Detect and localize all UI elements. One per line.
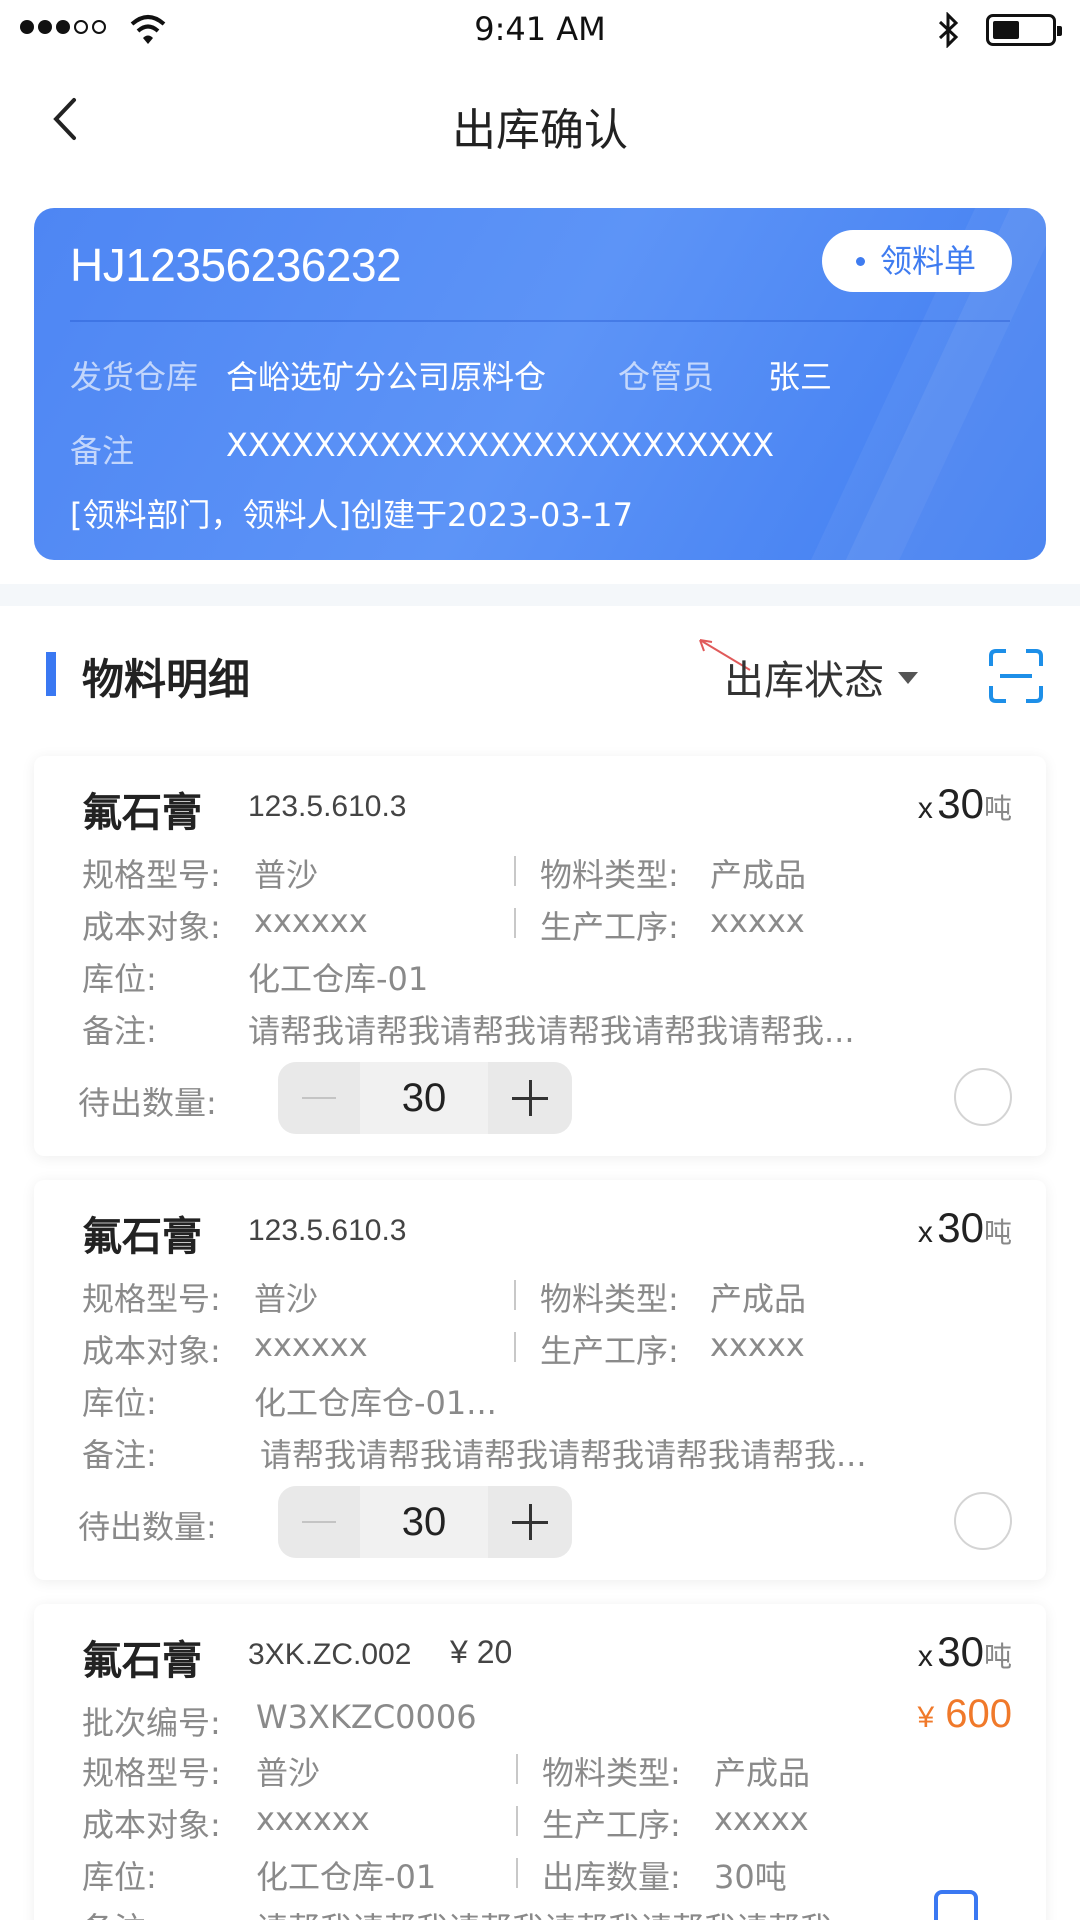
material-quantity: x 30吨 (917, 780, 1012, 827)
location-value: 化工仓库-01 (256, 1858, 437, 1896)
order-header-card: HJ12356236232 领料单 发货仓库 合峪选矿分公司原料仓 仓管员 张三… (34, 208, 1046, 560)
scan-icon[interactable] (988, 648, 1044, 704)
item-remark-label: 备注: (82, 1012, 157, 1050)
item-remark-value: 请帮我请帮我请帮我请帮我请帮我请帮我... (256, 1904, 863, 1920)
spec-value: 普沙 (254, 856, 319, 894)
type-value: 产成品 (714, 1754, 811, 1792)
cost-label: 成本对象: (82, 1806, 221, 1844)
spec-label: 规格型号: (82, 856, 221, 894)
pending-qty-label: 待出数量: (78, 1508, 217, 1546)
field-separator (514, 908, 516, 938)
batch-value: W3XKZC0006 (256, 1698, 477, 1736)
field-separator (514, 856, 516, 886)
material-card: 氟石膏 123.5.610.3 x 30吨 规格型号: 普沙 物料类型: 产成品… (34, 1180, 1046, 1580)
remark-label: 备注 (70, 432, 135, 470)
unit-price: ¥ 20 (450, 1634, 513, 1670)
status-time: 9:41 AM (474, 10, 606, 48)
material-name: 氟石膏 (82, 790, 202, 836)
page-title: 出库确认 (452, 105, 628, 156)
material-quantity: x 30吨 (917, 1204, 1012, 1251)
item-remark-value: 请帮我请帮我请帮我请帮我请帮我请帮我... (248, 1012, 855, 1050)
type-label: 物料类型: (540, 856, 679, 894)
created-info: [领料部门，领料人]创建于2023-03-17 (70, 496, 633, 534)
section-divider (0, 584, 1080, 606)
cost-value: xxxxxx (254, 1326, 368, 1364)
cost-value: xxxxxx (254, 902, 368, 940)
item-remark-label: 备注: (82, 1904, 157, 1920)
material-card: 氟石膏 123.5.610.3 x 30吨 规格型号: 普沙 物料类型: 产成品… (34, 756, 1046, 1156)
battery-icon (986, 14, 1062, 46)
spec-label: 规格型号: (82, 1280, 221, 1318)
material-card: 氟石膏 3XK.ZC.002 ¥ 20 x 30吨 批次编号: W3XKZC00… (34, 1604, 1046, 1920)
field-separator (516, 1754, 518, 1784)
pending-qty-label: 待出数量: (78, 1084, 217, 1122)
quantity-stepper: 30 (278, 1062, 572, 1134)
keeper-value: 张三 (768, 358, 833, 396)
type-value: 产成品 (710, 856, 807, 894)
warehouse-label: 发货仓库 (70, 358, 199, 396)
type-value: 产成品 (710, 1280, 807, 1318)
process-value: xxxxx (714, 1800, 809, 1838)
field-separator (516, 1858, 518, 1888)
spec-value: 普沙 (254, 1280, 319, 1318)
material-quantity: x 30吨 (917, 1628, 1012, 1675)
location-value: 化工仓库-01 (248, 960, 429, 998)
spec-label: 规格型号: (82, 1754, 221, 1792)
header-divider (70, 320, 1010, 322)
warehouse-value: 合峪选矿分公司原料仓 (226, 358, 547, 396)
quantity-input[interactable]: 30 (360, 1486, 488, 1558)
material-name: 氟石膏 (82, 1214, 202, 1260)
type-label: 物料类型: (540, 1280, 679, 1318)
bluetooth-icon (938, 12, 959, 48)
out-qty-label: 出库数量: (542, 1858, 681, 1896)
material-code: 123.5.610.3 (248, 790, 407, 823)
out-qty-value: 30吨 (714, 1858, 787, 1896)
field-separator (514, 1280, 516, 1310)
keeper-label: 仓管员 (618, 358, 715, 396)
cost-label: 成本对象: (82, 908, 221, 946)
process-value: xxxxx (710, 1326, 805, 1364)
process-label: 生产工序: (540, 1332, 679, 1370)
process-label: 生产工序: (540, 908, 679, 946)
process-label: 生产工序: (542, 1806, 681, 1844)
section-accent-bar (46, 652, 56, 696)
cost-value: xxxxxx (256, 1800, 370, 1838)
total-amount: ¥ 600 (917, 1692, 1012, 1736)
field-separator (514, 1332, 516, 1362)
type-label: 物料类型: (542, 1754, 681, 1792)
chevron-down-icon (898, 672, 918, 684)
order-type-badge: 领料单 (821, 230, 1012, 292)
order-number: HJ12356236232 (70, 239, 402, 291)
remark-value: XXXXXXXXXXXXXXXXXXXXXXXXX (226, 426, 775, 464)
cost-label: 成本对象: (82, 1332, 221, 1370)
field-separator (516, 1806, 518, 1836)
location-label: 库位: (82, 960, 157, 998)
section-title: 物料明细 (82, 655, 251, 704)
spec-value: 普沙 (256, 1754, 321, 1792)
quantity-stepper: 30 (278, 1486, 572, 1558)
select-radio[interactable] (954, 1492, 1012, 1550)
status-filter-dropdown[interactable]: 出库状态 (724, 648, 884, 706)
decrement-button[interactable] (278, 1486, 360, 1558)
increment-button[interactable] (488, 1486, 572, 1558)
material-code: 3XK.ZC.002 (248, 1638, 412, 1671)
document-icon[interactable] (934, 1890, 978, 1920)
material-name: 氟石膏 (82, 1638, 202, 1684)
location-value: 化工仓库仓-01... (254, 1384, 497, 1422)
location-label: 库位: (82, 1384, 157, 1422)
select-radio[interactable] (954, 1068, 1012, 1126)
item-remark-label: 备注: (82, 1436, 157, 1474)
process-value: xxxxx (710, 902, 805, 940)
nav-bar: 出库确认 (0, 70, 1080, 170)
material-code: 123.5.610.3 (248, 1214, 407, 1247)
location-label: 库位: (82, 1858, 157, 1896)
decrement-button[interactable] (278, 1062, 360, 1134)
item-remark-value: 请帮我请帮我请帮我请帮我请帮我请帮我... (260, 1436, 867, 1474)
status-bar: 9:41 AM (0, 0, 1080, 60)
increment-button[interactable] (488, 1062, 572, 1134)
quantity-input[interactable]: 30 (360, 1062, 488, 1134)
batch-label: 批次编号: (82, 1704, 221, 1742)
